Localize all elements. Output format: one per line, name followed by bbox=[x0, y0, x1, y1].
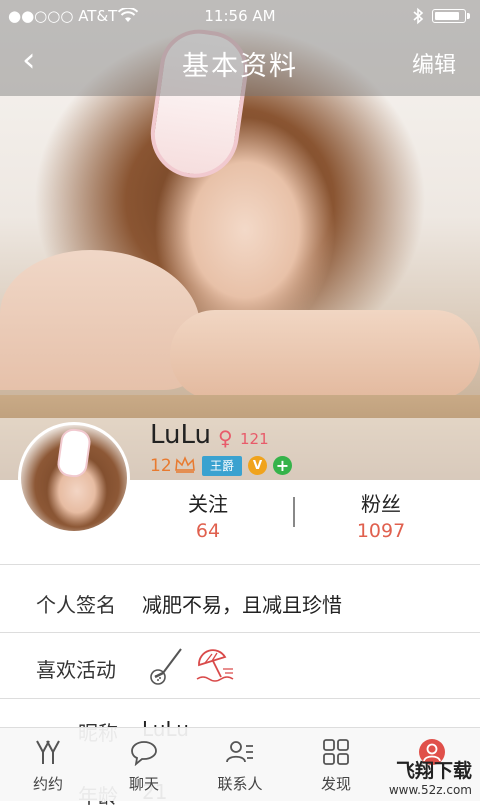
tab-label: 约约 bbox=[32, 775, 63, 793]
signature-key: 个人签名 bbox=[36, 593, 116, 617]
following-stat[interactable]: 关注 64 bbox=[148, 488, 268, 542]
verified-badge: V bbox=[248, 456, 267, 475]
golf-icon bbox=[150, 648, 182, 685]
activities-row: 喜欢活动 bbox=[0, 632, 480, 699]
followers-label: 粉丝 bbox=[361, 492, 401, 516]
status-bar: ●●○○○ AT&T 11:56 AM bbox=[0, 0, 480, 32]
avatar-bunny-ear bbox=[55, 427, 93, 479]
watermark-title: 飞翔下载 bbox=[395, 760, 472, 782]
battery-icon bbox=[432, 9, 470, 23]
stat-divider bbox=[293, 497, 295, 527]
rank-badge: 王爵 bbox=[202, 456, 242, 476]
photo-arms bbox=[170, 310, 480, 400]
tab-label: 联系人 bbox=[217, 775, 263, 793]
tab-label: 发现 bbox=[320, 775, 351, 793]
grid-icon bbox=[323, 739, 349, 765]
user-level: 12 bbox=[150, 456, 172, 476]
photo-shoulder bbox=[0, 250, 200, 390]
crown-icon bbox=[175, 456, 195, 473]
bluetooth-icon bbox=[413, 7, 424, 25]
contacts-icon bbox=[226, 741, 253, 763]
bottom-tab-bar: 约约 聊天 联系人 发现 飞翔下载 www.52z.com bbox=[0, 727, 480, 801]
watermark: 飞翔下载 www.52z.com bbox=[389, 756, 472, 797]
female-gender-icon: ♀ bbox=[218, 426, 233, 450]
watermark-url: www.52z.com bbox=[388, 783, 472, 797]
tab-discover[interactable]: 发现 bbox=[288, 728, 384, 801]
followers-stat[interactable]: 粉丝 1097 bbox=[321, 488, 441, 542]
beach-umbrella-icon bbox=[196, 649, 234, 682]
following-count: 64 bbox=[195, 520, 221, 542]
avatar[interactable] bbox=[18, 422, 130, 534]
followers-count: 1097 bbox=[356, 520, 406, 542]
clock: 11:56 AM bbox=[204, 7, 276, 25]
tab-label: 聊天 bbox=[128, 775, 159, 793]
yoyo-icon bbox=[36, 740, 60, 764]
tab-chat[interactable]: 聊天 bbox=[96, 728, 192, 801]
signature-value: 减肥不易，且减且珍惜 bbox=[142, 593, 342, 617]
page-title: 基本资料 bbox=[182, 51, 298, 82]
username: LuLu bbox=[150, 420, 212, 450]
age-label: 121 bbox=[240, 430, 269, 448]
tab-yoyo[interactable]: 约约 bbox=[0, 728, 96, 801]
signature-row: 个人签名 减肥不易，且减且珍惜 bbox=[0, 564, 480, 633]
following-label: 关注 bbox=[188, 492, 228, 516]
chat-bubble-icon bbox=[131, 741, 157, 766]
add-friend-button[interactable]: + bbox=[273, 456, 292, 475]
edit-button[interactable]: 编辑 bbox=[412, 47, 456, 79]
tab-contacts[interactable]: 联系人 bbox=[192, 728, 288, 801]
battery-level bbox=[435, 12, 459, 20]
activities-key: 喜欢活动 bbox=[36, 658, 116, 682]
